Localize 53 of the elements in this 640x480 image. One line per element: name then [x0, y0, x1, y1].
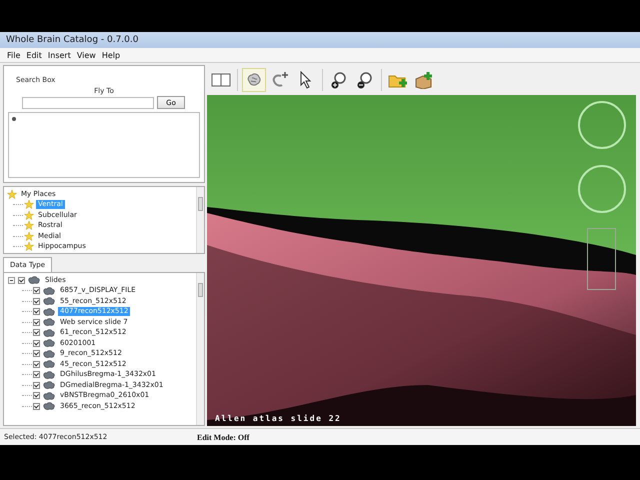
checkbox[interactable] — [33, 308, 40, 316]
cloud-icon — [43, 286, 55, 295]
checkbox[interactable] — [33, 350, 40, 358]
checkbox[interactable] — [33, 382, 40, 389]
checkbox[interactable] — [33, 340, 40, 347]
cloud-icon — [28, 276, 40, 284]
checkbox[interactable] — [33, 371, 40, 378]
star-icon — [24, 232, 34, 241]
expand-toggle[interactable] — [8, 276, 15, 284]
star-icon — [24, 242, 34, 252]
checkbox[interactable] — [33, 392, 40, 400]
brain-icon — [246, 72, 262, 88]
zoom-in-icon — [330, 71, 348, 89]
star-icon — [24, 221, 34, 230]
zoom-out-icon — [356, 71, 374, 89]
split-view-icon — [211, 72, 231, 88]
checkbox[interactable] — [33, 287, 40, 294]
menu-item[interactable]: View — [74, 50, 99, 60]
star-icon — [24, 200, 34, 210]
menu-item[interactable]: Insert — [44, 50, 74, 60]
cloud-icon — [43, 297, 55, 306]
cloud-icon — [43, 392, 55, 400]
menu-item[interactable]: File — [4, 50, 24, 60]
bullet-icon — [12, 117, 16, 121]
cloud-icon — [43, 370, 55, 379]
edit-mode-status: Edit Mode: Off — [197, 432, 250, 442]
menu-item[interactable]: Edit — [23, 50, 45, 60]
checkbox[interactable] — [33, 298, 40, 305]
checkbox[interactable] — [33, 318, 40, 326]
box-plus-icon — [414, 71, 434, 89]
window-title: Whole Brain Catalog - 0.7.0.0 — [6, 35, 138, 45]
cloud-icon — [43, 339, 55, 348]
zoom-slider-frame[interactable] — [587, 228, 616, 290]
curve-arrow-icon — [270, 71, 290, 89]
fly-to-field[interactable] — [22, 96, 154, 108]
checkbox[interactable] — [33, 329, 40, 336]
cloud-icon — [43, 350, 55, 358]
cloud-icon — [43, 381, 55, 390]
cloud-icon — [43, 402, 55, 410]
star-icon — [7, 190, 17, 199]
cloud-icon — [43, 308, 55, 316]
cloud-icon — [43, 360, 55, 368]
checkbox[interactable] — [33, 360, 40, 368]
menu-item[interactable]: Help — [98, 50, 124, 60]
slide-caption: Allen atlas slide 22 — [215, 414, 342, 423]
checkbox[interactable] — [33, 402, 40, 410]
pointer-icon — [299, 71, 313, 89]
star-icon — [24, 210, 34, 220]
cloud-icon — [43, 318, 55, 326]
scrollbar[interactable] — [196, 273, 204, 425]
cloud-icon — [43, 328, 55, 337]
scrollbar[interactable] — [196, 187, 204, 253]
checkbox[interactable] — [18, 276, 25, 284]
